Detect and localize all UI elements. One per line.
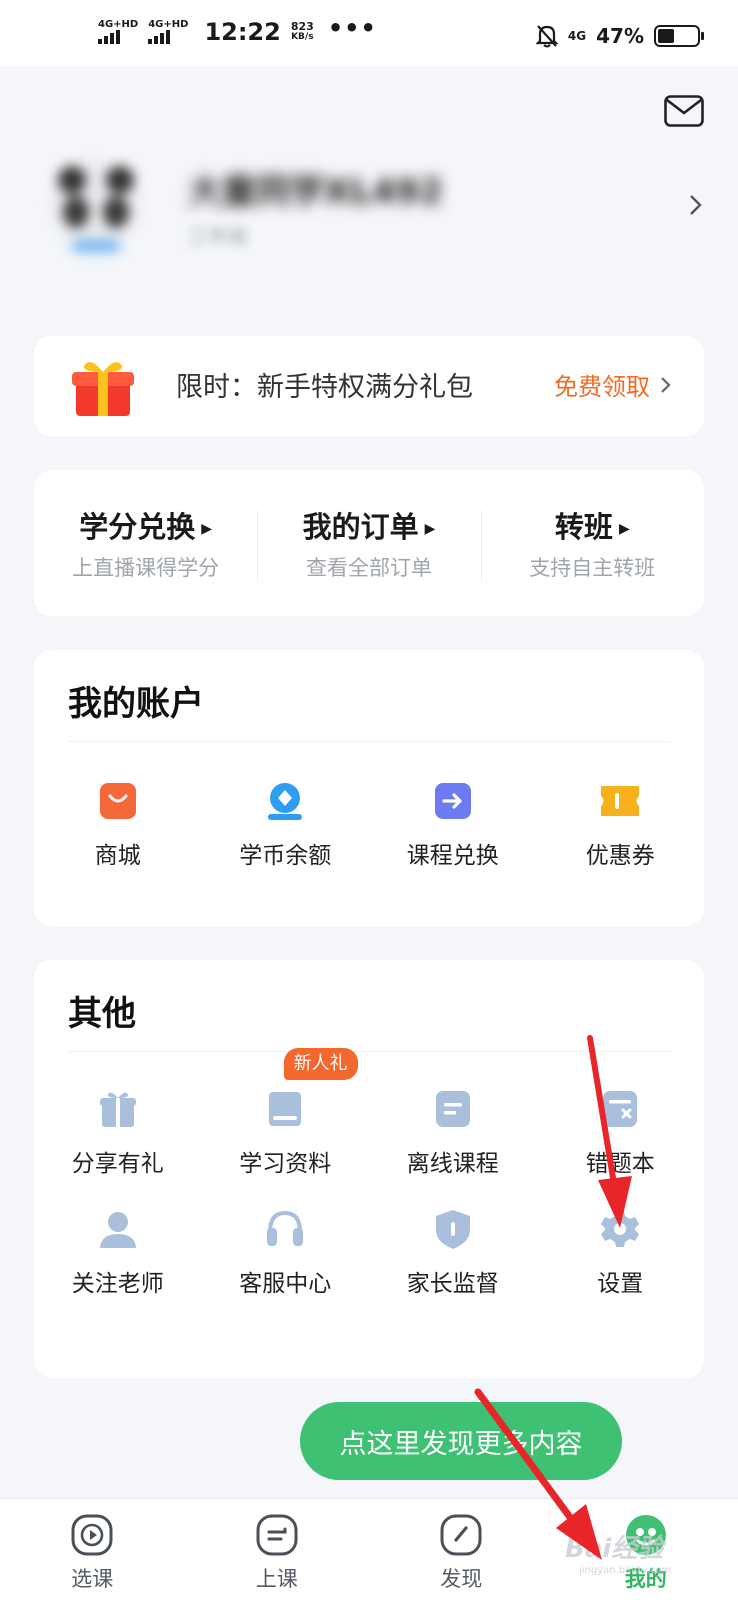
triangle-right-icon: ▶ xyxy=(201,521,213,537)
speed-value: 823 xyxy=(290,20,314,33)
avatar[interactable] xyxy=(42,150,148,260)
status-bar: 4G+HD 4G+HD 12:22 823 KB/s ••• 4G 47% xyxy=(0,0,738,66)
other-item-offline-courses[interactable]: 离线课程 xyxy=(369,1088,537,1178)
other-item-settings[interactable]: 设置 xyxy=(537,1208,705,1298)
divider xyxy=(68,741,670,742)
signal-sim2-icon: 4G+HD xyxy=(148,20,188,44)
quick-link-title: 我的订单 xyxy=(302,510,419,544)
nav-label: 选课 xyxy=(71,1567,114,1591)
account-item-mall[interactable]: 商城 xyxy=(34,780,202,870)
other-item-label: 学习资料 xyxy=(239,1151,332,1177)
promo-text: 限时：新手特权满分礼包 xyxy=(176,372,473,403)
triangle-right-icon: ▶ xyxy=(424,521,436,537)
promo-claim-button[interactable]: 免费领取 xyxy=(554,367,672,402)
nav-tab-course-selection[interactable]: 选课 xyxy=(0,1499,185,1600)
shopping-bag-icon xyxy=(99,783,136,819)
sim1-label: 4G+HD xyxy=(98,19,139,30)
quick-link-subtitle: 上直播课得学分 xyxy=(72,556,220,580)
divider xyxy=(68,1051,670,1052)
quick-link-title: 学分兑换 xyxy=(79,510,196,544)
sim2-label: 4G+HD xyxy=(148,19,189,30)
battery-percent: 47% xyxy=(596,24,644,48)
nav-tab-discover[interactable]: 发现 xyxy=(369,1499,554,1600)
person-icon xyxy=(99,1212,136,1248)
headset-icon xyxy=(267,1210,304,1246)
other-item-study-materials[interactable]: 新人礼 学习资料 xyxy=(202,1048,370,1178)
gift-icon xyxy=(99,1092,136,1127)
account-card: 我的账户 商城 学币余额 课程兑换 优惠券 xyxy=(34,650,704,926)
wrong-notebook-icon xyxy=(603,1091,638,1127)
others-card: 其他 分享有礼 新人礼 学习资料 离线课程 错题本 关注老师 客服中心 家长监督… xyxy=(34,960,704,1378)
other-item-wrong-notebook[interactable]: 错题本 xyxy=(537,1088,705,1178)
watermark: Bai经验 jingyan.baidu.com xyxy=(565,1528,671,1576)
other-item-label: 客服中心 xyxy=(239,1271,332,1297)
other-item-label: 家长监督 xyxy=(406,1271,499,1297)
account-title: 我的账户 xyxy=(68,684,204,724)
account-item-course-exchange[interactable]: 课程兑换 xyxy=(369,780,537,870)
coin-icon xyxy=(268,783,303,820)
bell-muted-icon xyxy=(535,25,558,48)
speed-unit: KB/s xyxy=(291,32,314,42)
nav-label: 发现 xyxy=(440,1567,483,1591)
other-item-parent-supervision[interactable]: 家长监督 xyxy=(369,1208,537,1298)
gear-icon xyxy=(601,1211,640,1247)
quick-link-subtitle: 支持自主转班 xyxy=(529,556,656,580)
exchange-arrow-icon xyxy=(434,783,471,819)
account-item-label: 学币余额 xyxy=(239,843,332,869)
account-item-label: 商城 xyxy=(94,843,141,869)
quick-link-orders[interactable]: 我的订单 ▶ 查看全部订单 xyxy=(257,504,480,582)
play-circle-icon xyxy=(71,1514,113,1556)
other-item-customer-service[interactable]: 客服中心 xyxy=(202,1208,370,1298)
watermark-main: Bai经验 xyxy=(565,1534,664,1564)
nav-label: 上课 xyxy=(255,1567,298,1591)
ticket-icon xyxy=(601,786,640,816)
other-item-label: 离线课程 xyxy=(406,1151,499,1177)
quick-link-title: 转班 xyxy=(554,510,613,544)
other-item-label: 分享有礼 xyxy=(71,1151,164,1177)
quick-link-subtitle: 查看全部订单 xyxy=(305,556,432,580)
other-item-label: 错题本 xyxy=(585,1151,655,1177)
other-item-follow-teacher[interactable]: 关注老师 xyxy=(34,1208,202,1298)
mail-icon[interactable] xyxy=(664,95,704,127)
signal-sim1-icon: 4G+HD xyxy=(98,20,138,44)
quick-link-credits[interactable]: 学分兑换 ▶ 上直播课得学分 xyxy=(34,504,257,582)
triangle-right-icon: ▶ xyxy=(618,521,630,537)
class-icon xyxy=(256,1514,298,1556)
others-title: 其他 xyxy=(68,994,136,1034)
other-item-label: 设置 xyxy=(597,1271,644,1297)
quick-link-transfer-class[interactable]: 转班 ▶ 支持自主转班 xyxy=(480,504,704,582)
promo-cta-label: 免费领取 xyxy=(554,373,650,401)
chevron-right-icon xyxy=(661,376,671,393)
account-item-coupon[interactable]: 优惠券 xyxy=(537,780,705,870)
promo-banner[interactable]: 限时：新手特权满分礼包 免费领取 xyxy=(34,336,704,436)
other-item-share-gift[interactable]: 分享有礼 xyxy=(34,1088,202,1178)
book-icon xyxy=(269,1092,302,1126)
profile-grade: 三年级 xyxy=(188,224,248,248)
discover-more-tooltip[interactable]: 点这里发现更多内容 xyxy=(300,1402,622,1480)
quick-links: 学分兑换 ▶ 上直播课得学分 我的订单 ▶ 查看全部订单 转班 ▶ 支持自主转班 xyxy=(34,470,704,616)
chevron-right-icon[interactable] xyxy=(684,192,706,218)
account-item-label: 课程兑换 xyxy=(406,843,499,869)
watermark-sub: jingyan.baidu.com xyxy=(579,1565,672,1576)
battery-icon xyxy=(654,25,704,47)
shield-icon xyxy=(435,1210,470,1249)
nav-tab-classes[interactable]: 上课 xyxy=(185,1499,370,1600)
more-notifications-icon: ••• xyxy=(327,14,377,42)
account-item-coin-balance[interactable]: 学币余额 xyxy=(202,780,370,870)
network-speed: 823 KB/s xyxy=(291,21,314,43)
other-item-label: 关注老师 xyxy=(71,1271,164,1297)
profile-name[interactable]: 大童同学XL492 xyxy=(188,164,443,213)
network-type: 4G xyxy=(567,29,587,43)
new-user-gift-badge: 新人礼 xyxy=(283,1048,358,1080)
compass-icon xyxy=(440,1514,482,1556)
account-item-label: 优惠券 xyxy=(585,843,655,869)
gift-box-icon xyxy=(72,362,134,416)
clock: 12:22 xyxy=(204,18,281,46)
document-icon xyxy=(435,1091,470,1127)
